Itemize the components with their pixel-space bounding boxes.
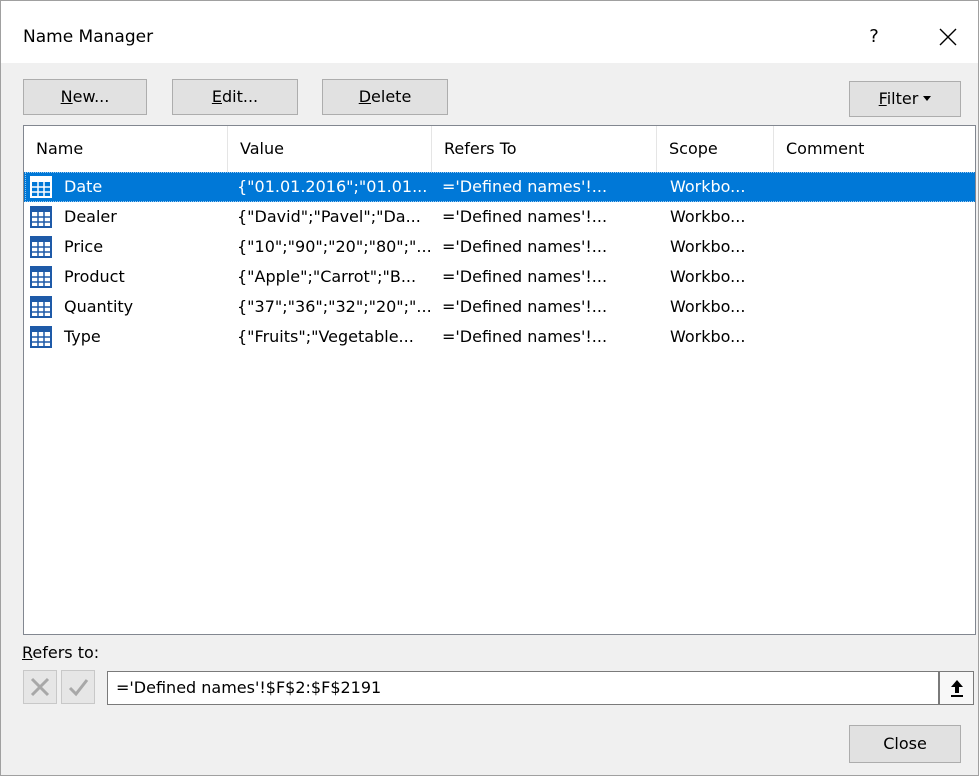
row-refers-to: ='Defined names'!...: [442, 237, 608, 256]
name-manager-dialog: Name Manager ? New... Edit... Delete Fil…: [0, 0, 979, 776]
row-refers-to: ='Defined names'!...: [442, 207, 608, 226]
row-scope: Workbo...: [670, 327, 746, 346]
filter-mnemonic: F: [878, 89, 887, 108]
help-button[interactable]: ?: [851, 17, 897, 57]
new-mnemonic: N: [60, 87, 73, 106]
commit-edit-button[interactable]: [61, 670, 95, 704]
row-value: {"Apple";"Carrot";"B...: [237, 267, 417, 286]
row-value: {"Fruits";"Vegetable...: [237, 327, 414, 346]
dropdown-arrow-icon: [923, 95, 932, 101]
table-icon: [30, 266, 52, 288]
close-icon: [939, 28, 957, 46]
row-scope: Workbo...: [670, 237, 746, 256]
refers-to-label-rest: efers to:: [32, 643, 100, 662]
new-button[interactable]: New...: [23, 79, 147, 115]
row-value: {"David";"Pavel";"Da...: [237, 207, 421, 226]
row-name: Date: [64, 177, 103, 196]
edit-button[interactable]: Edit...: [172, 79, 298, 115]
table-row[interactable]: Type {"Fruits";"Vegetable... ='Defined nam…: [24, 322, 975, 352]
checkmark-icon: [68, 679, 89, 697]
column-header-value[interactable]: Value: [228, 126, 432, 172]
row-refers-to: ='Defined names'!...: [442, 327, 608, 346]
row-scope: Workbo...: [670, 207, 746, 226]
filter-button[interactable]: Filter: [849, 81, 961, 117]
cancel-x-icon: [30, 677, 50, 697]
refers-to-mnemonic: R: [22, 643, 33, 662]
table-row[interactable]: Product {"Apple";"Carrot";"B... ='Defined …: [24, 262, 975, 292]
title-bar: Name Manager ?: [1, 1, 978, 63]
table-icon: [30, 176, 52, 198]
row-refers-to: ='Defined names'!...: [442, 177, 608, 196]
table-row[interactable]: Price {"10";"90";"20";"80";"... ='Defined …: [24, 232, 975, 262]
table-icon: [30, 236, 52, 258]
close-window-button[interactable]: [923, 17, 973, 57]
filter-label-rest: ilter: [886, 89, 919, 108]
collapse-dialog-button[interactable]: [939, 671, 974, 705]
table-row[interactable]: Dealer {"David";"Pavel";"Da... ='Defined n…: [24, 202, 975, 232]
delete-mnemonic: D: [358, 87, 372, 106]
cancel-edit-button[interactable]: [23, 670, 57, 704]
list-header: Name Value Refers To Scope Comment: [24, 126, 975, 172]
row-scope: Workbo...: [670, 267, 746, 286]
table-row[interactable]: Quantity {"37";"36";"32";"20";"... ='Defin…: [24, 292, 975, 322]
new-label-rest: ew...: [72, 87, 110, 106]
column-header-scope[interactable]: Scope: [657, 126, 774, 172]
table-icon: [30, 296, 52, 318]
row-name: Price: [64, 237, 104, 256]
row-refers-to: ='Defined names'!...: [442, 297, 608, 316]
row-value: {"10";"90";"20";"80";"...: [237, 237, 432, 256]
row-name: Quantity: [64, 297, 134, 316]
edit-mnemonic: E: [211, 87, 222, 106]
table-icon: [30, 206, 52, 228]
row-scope: Workbo...: [670, 297, 746, 316]
table-icon: [30, 326, 52, 348]
edit-label-rest: dit...: [221, 87, 259, 106]
collapse-up-arrow-icon: [950, 680, 963, 697]
row-value: {"01.01.2016";"01.01...: [237, 177, 428, 196]
column-header-name[interactable]: Name: [24, 126, 228, 172]
delete-button[interactable]: Delete: [322, 79, 448, 115]
row-scope: Workbo...: [670, 177, 746, 196]
names-list[interactable]: Name Value Refers To Scope Comment Date {…: [23, 125, 976, 635]
dialog-title: Name Manager: [23, 27, 154, 47]
close-button[interactable]: Close: [849, 725, 961, 763]
refers-to-label: Refers to:: [22, 643, 99, 662]
refers-to-input[interactable]: ='Defined names'!$F$2:$F$2191: [107, 671, 939, 705]
row-name: Type: [64, 327, 101, 346]
row-name: Product: [64, 267, 125, 286]
row-refers-to: ='Defined names'!...: [442, 267, 608, 286]
column-header-comment[interactable]: Comment: [774, 126, 975, 172]
row-value: {"37";"36";"32";"20";"...: [237, 297, 432, 316]
table-row[interactable]: Date {"01.01.2016";"01.01... ='Defined nam…: [24, 172, 975, 202]
row-name: Dealer: [64, 207, 117, 226]
delete-label-rest: elete: [371, 87, 412, 106]
column-header-refers-to[interactable]: Refers To: [432, 126, 657, 172]
